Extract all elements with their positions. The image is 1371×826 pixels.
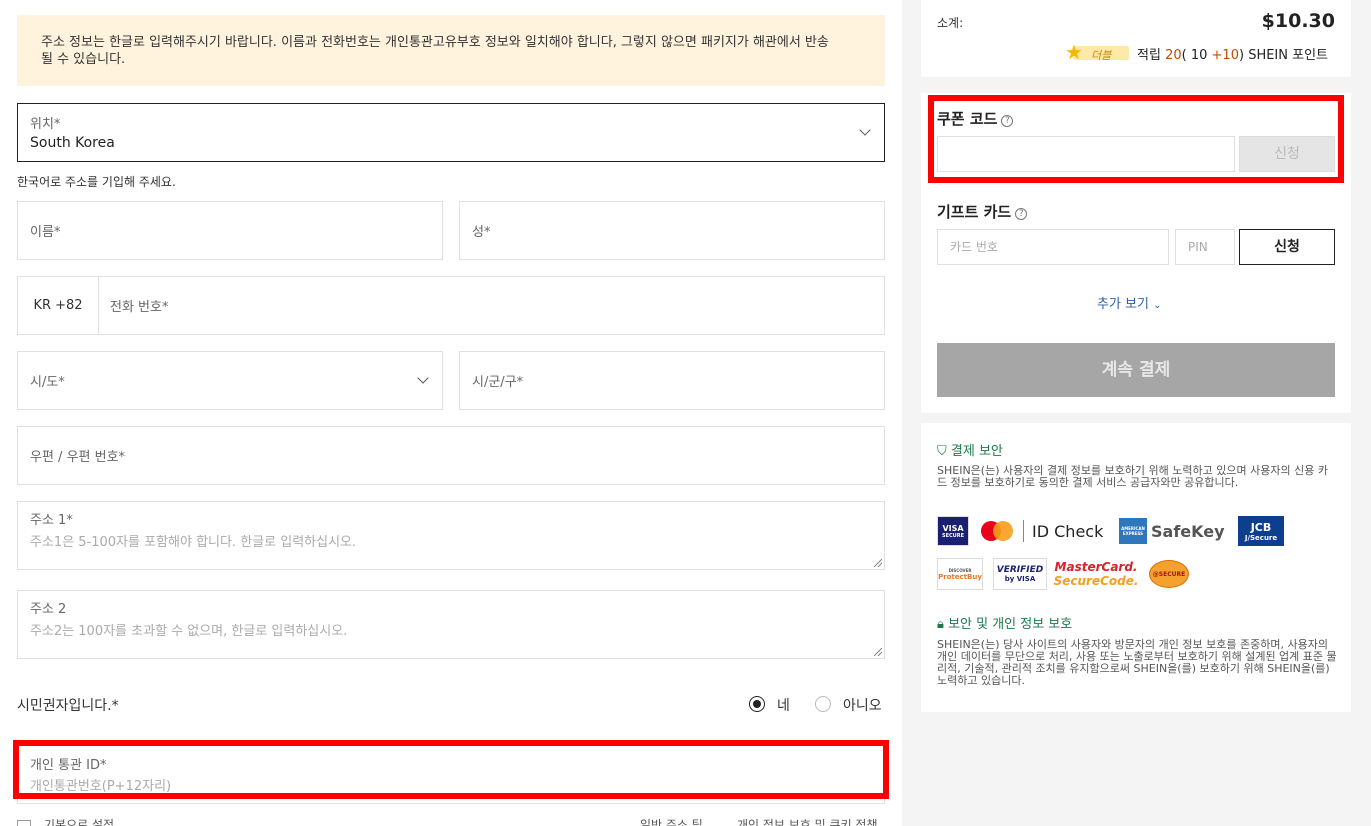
jcb-sub: J/Secure: [1244, 533, 1278, 542]
points-suffix: SHEIN 포인트: [1248, 48, 1328, 63]
chevron-down-icon: [859, 124, 871, 136]
location-select[interactable]: 위치* South Korea: [17, 103, 885, 162]
payment-security-text: 결제 보안: [950, 444, 1003, 459]
privacy-link[interactable]: 개인 정보 보호 및 쿠키 정책: [737, 816, 878, 826]
jcb-text: JCB: [1250, 520, 1272, 534]
question-icon[interactable]: ?: [1015, 208, 1028, 220]
gift-apply-button[interactable]: 신청: [1239, 229, 1335, 265]
safekey-text: SafeKey: [1151, 521, 1225, 541]
points-plus: +: [1211, 48, 1223, 63]
double-points-badge: ★ 더블: [1065, 42, 1133, 62]
province-select[interactable]: 시/도*: [17, 351, 443, 410]
points-close: ): [1238, 48, 1245, 63]
id-check-text: ID Check: [1032, 521, 1104, 541]
gift-title: 기프트 카드?: [937, 201, 1028, 222]
citizen-yes-label[interactable]: 네: [777, 695, 790, 715]
citizen-yes-radio[interactable]: [749, 696, 765, 712]
address1-placeholder: 주소1은 5-100자를 포함해야 합니다. 한글로 입력하십시오.: [30, 535, 357, 550]
securecode-text: SecureCode.: [1053, 574, 1139, 588]
citizen-no-label[interactable]: 아니오: [843, 695, 882, 715]
lock-icon: 🔒︎: [937, 617, 944, 632]
mastercard-circles-icon: [981, 521, 1015, 541]
visa-secure-logo: VISA SECURE: [937, 516, 969, 546]
by-visa-text: by VISA: [1004, 575, 1036, 583]
resize-handle[interactable]: [874, 559, 882, 567]
mastercard-text: MasterCard.: [1054, 560, 1138, 574]
address-form-panel: 주소 정보는 한글로 입력해주시기 바랍니다. 이름과 전화번호는 개인통관고유…: [0, 0, 902, 826]
visa-sub: SECURE: [941, 532, 964, 539]
subtotal-card: 소계: $10.30 ★ 더블 적립 20( 10 +10) SHEIN 포인트: [921, 0, 1351, 77]
city-field[interactable]: 시/군/구*: [459, 351, 885, 410]
address2-placeholder: 주소2는 100자를 초과할 수 없으며, 한글로 입력하십시오.: [30, 624, 348, 639]
gift-pin-input[interactable]: PIN: [1175, 229, 1235, 265]
address-tip-link[interactable]: 일반 주소 팁: [640, 816, 703, 826]
location-label: 위치*: [30, 117, 61, 132]
mastercard-securecode-logo: MasterCard. SecureCode.: [1054, 558, 1138, 590]
highlight-box: [928, 95, 1344, 183]
show-more-text: 추가 보기: [1097, 297, 1149, 312]
default-checkbox[interactable]: [17, 820, 31, 826]
chevron-down-icon: [417, 372, 429, 384]
address2-label: 주소 2: [30, 602, 67, 617]
privacy-security-desc: SHEIN은(는) 당사 사이트의 사용자와 방문자의 개인 정보 보호를 존중…: [937, 638, 1337, 687]
resize-handle[interactable]: [874, 648, 882, 656]
coupon-gift-card: 쿠폰 코드? 신청 기프트 카드? 카드 번호 PIN 신청 추가 보기 ⌄ 계…: [921, 93, 1351, 413]
address1-label: 주소 1*: [30, 513, 73, 528]
amex-text: AMERICAN EXPRESS: [1119, 518, 1147, 544]
points-a: 10: [1190, 48, 1208, 63]
city-placeholder: 시/군/구*: [472, 375, 524, 390]
highlight-box: [13, 740, 889, 799]
citizen-label: 시민권자입니다.*: [17, 698, 119, 714]
last-name-field[interactable]: 성*: [459, 201, 885, 260]
phone-placeholder: 전화 번호*: [110, 300, 169, 315]
points-open: (: [1181, 48, 1187, 63]
last-name-placeholder: 성*: [472, 225, 491, 240]
province-placeholder: 시/도*: [30, 375, 65, 390]
shield-icon: ⛉: [937, 444, 947, 459]
protectbuy-text: ProtectBuy: [938, 572, 982, 581]
subtotal-value: $10.30: [1261, 10, 1335, 32]
korean-hint: 한국어로 주소를 기입해 주세요.: [17, 175, 176, 189]
show-more-link[interactable]: 추가 보기 ⌄: [1097, 293, 1162, 312]
payment-security-title: ⛉ 결제 보안: [937, 440, 1003, 459]
mastercard-id-check-logo: ID Check: [977, 516, 1109, 546]
address1-field[interactable]: 주소 1* 주소1은 5-100자를 포함해야 합니다. 한글로 입력하십시오.: [17, 501, 885, 570]
bsecure-text: @SECURE: [1152, 570, 1186, 578]
star-icon: ★: [1065, 40, 1083, 64]
points-prefix: 적립: [1137, 48, 1161, 63]
notice-text: 주소 정보는 한글로 입력해주시기 바랍니다. 이름과 전화번호는 개인통관고유…: [41, 35, 829, 67]
security-card: ⛉ 결제 보안 SHEIN은(는) 사용자의 결제 정보를 보호하기 위해 노력…: [921, 423, 1351, 712]
phone-field[interactable]: KR +82 전화 번호*: [17, 276, 885, 335]
first-name-field[interactable]: 이름*: [17, 201, 443, 260]
amex-safekey-logo: AMERICAN EXPRESS SafeKey: [1119, 516, 1225, 546]
phone-country-code[interactable]: KR +82: [18, 277, 99, 334]
verified-by-visa-logo: VERIFIED by VISA: [993, 558, 1047, 590]
verified-text: VERIFIED: [996, 565, 1044, 575]
points-total: 20: [1165, 48, 1182, 63]
discover-protectbuy-logo: DISCOVER ProtectBuy: [937, 558, 983, 590]
points-b: 10: [1222, 48, 1239, 63]
gift-card-number-input[interactable]: 카드 번호: [937, 229, 1169, 265]
citizen-no-radio[interactable]: [815, 696, 831, 712]
bsecure-logo: @SECURE: [1149, 560, 1189, 588]
jcb-jsecure-logo: JCB J/Secure: [1238, 516, 1284, 546]
visa-text: VISA: [942, 523, 964, 533]
default-label[interactable]: 기본으로 설정: [44, 816, 114, 826]
location-value: South Korea: [30, 135, 115, 151]
points-text: 적립 20( 10 +10) SHEIN 포인트: [1137, 44, 1328, 63]
postcode-placeholder: 우편 / 우편 번호*: [30, 450, 126, 465]
chevron-down-icon: ⌄: [1153, 300, 1162, 311]
subtotal-label: 소계:: [937, 16, 964, 30]
address2-field[interactable]: 주소 2 주소2는 100자를 초과할 수 없으며, 한글로 입력하십시오.: [17, 590, 885, 659]
double-label: 더블: [1091, 49, 1112, 62]
privacy-security-title: 🔒︎ 보안 및 개인 정보 보호: [937, 613, 1072, 632]
first-name-placeholder: 이름*: [30, 225, 61, 240]
postcode-field[interactable]: 우편 / 우편 번호*: [17, 426, 885, 485]
continue-payment-button[interactable]: 계속 결제: [937, 343, 1335, 397]
payment-security-desc: SHEIN은(는) 사용자의 결제 정보를 보호하기 위해 노력하고 있으며 사…: [937, 464, 1328, 489]
gift-title-text: 기프트 카드: [937, 203, 1012, 221]
privacy-security-text: 보안 및 개인 정보 보호: [948, 617, 1073, 632]
address-notice: 주소 정보는 한글로 입력해주시기 바랍니다. 이름과 전화번호는 개인통관고유…: [17, 15, 885, 86]
